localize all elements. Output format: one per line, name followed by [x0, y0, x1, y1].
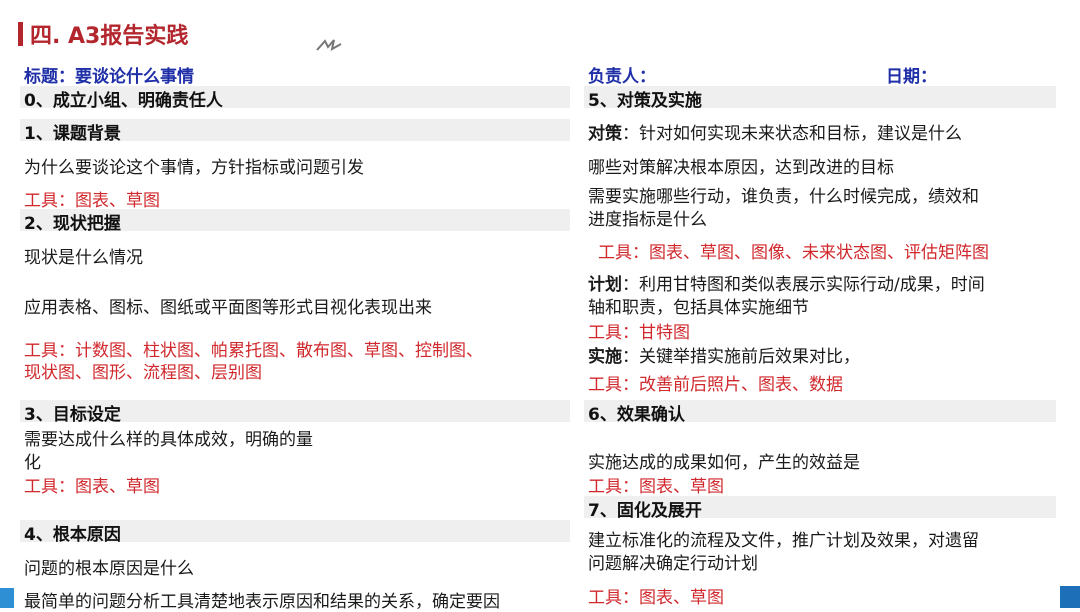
title-accent-bar — [18, 22, 23, 46]
corner-decoration-right — [1060, 586, 1080, 608]
date-label: 日期： — [886, 67, 937, 87]
scribble-icon — [316, 39, 342, 51]
section-6-heading: 6、效果确认 — [588, 405, 685, 425]
impl-line: 实施：关键举措实施前后效果对比， — [588, 342, 860, 367]
section-4-heading: 4、根本原因 — [24, 525, 121, 545]
section-6-tools: 工具：图表、草图 — [588, 477, 724, 497]
plan-label: 计划 — [588, 275, 622, 295]
measure-text: ：针对如何实现未来状态和目标，建议是什么 — [622, 124, 962, 144]
corner-decoration-left — [0, 588, 14, 608]
section-7-text-line-2: 问题解决确定行动计划 — [588, 554, 758, 574]
section-4-text-2: 最简单的问题分析工具清楚地表示原因和结果的关系，确定要因 — [24, 592, 500, 612]
section-2-tools-line-2: 现状图、图形、流程图、层别图 — [24, 363, 262, 383]
section-5-heading: 5、对策及实施 — [588, 91, 702, 111]
measure-line: 对策：针对如何实现未来状态和目标，建议是什么 — [588, 119, 962, 144]
plan-tools: 工具：甘特图 — [588, 323, 690, 343]
subject-label: 标题：要谈论什么事情 — [24, 67, 194, 87]
section-5-tools: 工具：图表、草图、图像、未来状态图、评估矩阵图 — [598, 243, 989, 263]
plan-text: ：利用甘特图和类似表展示实际行动/成果，时间 — [622, 275, 985, 295]
section-7-heading: 7、固化及展开 — [588, 501, 702, 521]
section-3-heading: 3、目标设定 — [24, 405, 121, 425]
section-5-text-2-line-2: 进度指标是什么 — [588, 210, 707, 230]
plan-line-2: 轴和职责，包括具体实施细节 — [588, 298, 809, 318]
section-2-text-2: 应用表格、图标、图纸或平面图等形式目视化表现出来 — [24, 298, 432, 318]
section-5-text-1: 哪些对策解决根本原因，达到改进的目标 — [588, 158, 894, 178]
impl-label: 实施 — [588, 347, 622, 367]
section-1-heading: 1、课题背景 — [24, 124, 121, 144]
section-3-tools: 工具：图表、草图 — [24, 477, 160, 497]
impl-tools: 工具：改善前后照片、图表、数据 — [588, 375, 843, 395]
section-7-text-line-1: 建立标准化的流程及文件，推广计划及效果，对遗留 — [588, 531, 979, 551]
section-6-text: 实施达成的成果如何，产生的效益是 — [588, 453, 860, 473]
impl-text: ：关键举措实施前后效果对比， — [622, 347, 860, 367]
section-3-text-line-2: 化 — [24, 453, 41, 473]
owner-label: 负责人： — [588, 67, 656, 87]
section-1-text: 为什么要谈论这个事情，方针指标或问题引发 — [24, 158, 364, 178]
plan-line-1: 计划：利用甘特图和类似表展示实际行动/成果，时间 — [588, 270, 985, 295]
measure-label: 对策 — [588, 124, 622, 144]
section-2-heading: 2、现状把握 — [24, 214, 121, 234]
section-7-tools: 工具：图表、草图 — [588, 588, 724, 608]
section-3-text-line-1: 需要达成什么样的具体成效，明确的量 — [24, 430, 313, 450]
section-1-tools: 工具：图表、草图 — [24, 191, 160, 211]
section-0-heading: 0、成立小组、明确责任人 — [24, 91, 223, 111]
section-5-text-2-line-1: 需要实施哪些行动，谁负责，什么时候完成，绩效和 — [588, 187, 979, 207]
page-title: 四. A3报告实践 — [30, 24, 189, 49]
section-4-text-1: 问题的根本原因是什么 — [24, 559, 194, 579]
section-2-text-1: 现状是什么情况 — [24, 248, 143, 268]
